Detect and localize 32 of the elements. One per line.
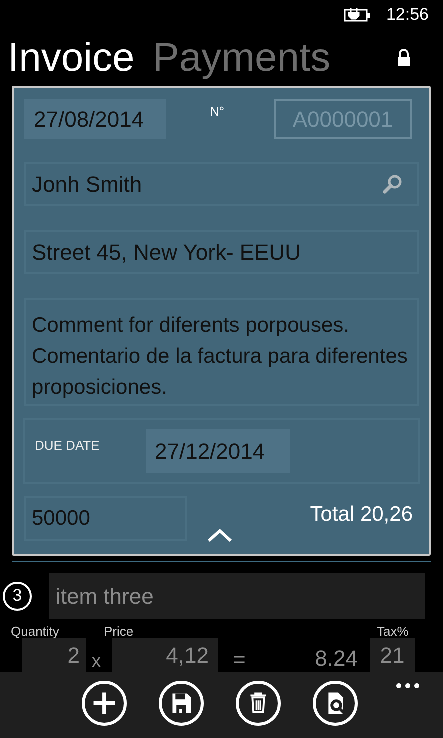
preview-button[interactable] xyxy=(313,680,358,726)
battery-charging-icon xyxy=(344,7,372,23)
add-button[interactable] xyxy=(82,680,127,726)
pivot-tab[interactable]: Invoice xyxy=(8,28,135,88)
code-field[interactable]: 50000 xyxy=(24,496,187,541)
date-field[interactable]: 27/08/2014 xyxy=(24,99,166,139)
item-name-field[interactable]: item three xyxy=(49,573,425,619)
total-amount: Total 20,26 xyxy=(310,502,413,528)
quantity-label: Quantity xyxy=(11,623,60,638)
number-label: N° xyxy=(210,103,225,121)
more-icon[interactable] xyxy=(396,683,420,689)
equals-sign: = xyxy=(233,648,246,672)
lock-icon[interactable] xyxy=(397,49,411,67)
customer-field[interactable]: Jonh Smith xyxy=(24,162,419,206)
search-icon[interactable] xyxy=(383,174,403,194)
item-number: 3 xyxy=(3,582,32,610)
pivot-tab[interactable]: Payments xyxy=(152,28,331,88)
delete-button[interactable] xyxy=(236,680,281,726)
tax-field[interactable]: 21 xyxy=(370,638,415,672)
due-date-field[interactable]: 27/12/2014 xyxy=(146,429,290,473)
address-field[interactable]: Street 45, New York- EEUU xyxy=(24,230,419,274)
save-button[interactable] xyxy=(159,680,204,726)
multiply-sign: x xyxy=(92,650,102,672)
due-date-label: DUE DATE xyxy=(35,437,101,456)
tax-label: Tax% xyxy=(377,623,409,638)
line-amount: 8.24 xyxy=(315,646,358,672)
clock-time: 12:56 xyxy=(386,4,429,26)
quantity-field[interactable]: 2 xyxy=(22,638,86,672)
comment-field[interactable]: Comment for diferents porpouses. Comentario de la factura para diferentes proposiciones. xyxy=(24,298,419,406)
price-label: Price xyxy=(104,623,135,638)
chevron-up-icon[interactable] xyxy=(207,528,233,542)
price-field[interactable]: 4,12 xyxy=(112,638,218,672)
